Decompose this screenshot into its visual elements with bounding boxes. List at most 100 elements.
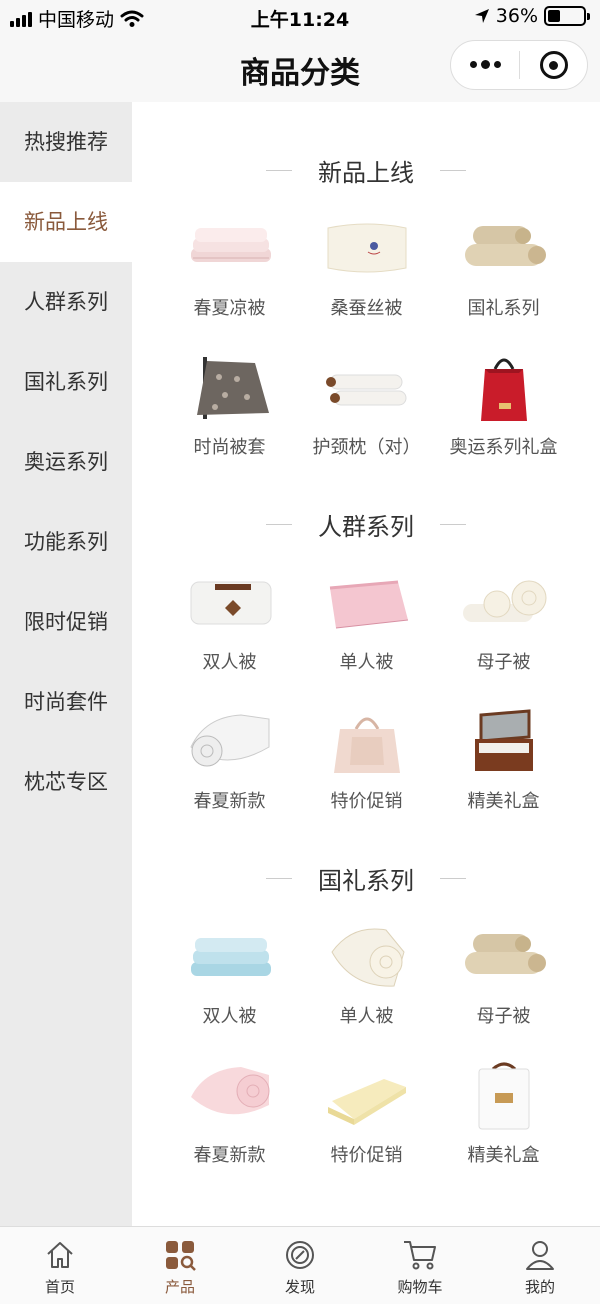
- product-section: 人群系列双人被 单人被 母子被春夏新款 特价促销 精美礼盒: [132, 494, 600, 832]
- product-label: 春夏新款: [193, 1145, 266, 1166]
- product-label: 母子被: [476, 652, 531, 673]
- tab-discover[interactable]: 发现: [240, 1227, 360, 1304]
- product-item[interactable]: 时尚被套: [161, 339, 298, 478]
- product-item[interactable]: 母子被: [435, 554, 572, 693]
- product-item[interactable]: 双人被: [161, 908, 298, 1047]
- divider-line: [266, 523, 292, 525]
- quilt-stack-pink-icon: [185, 214, 275, 284]
- discover-icon: [282, 1237, 318, 1273]
- category-sidebar: 热搜推荐 新品上线 人群系列 国礼系列 奥运系列 功能系列 限时促销 时尚套件 枕芯专区: [0, 102, 132, 1226]
- product-section: 国礼系列 双人被 单人被 母子被春夏新款 特价促销 精美礼盒: [132, 848, 600, 1186]
- throw-blanket-gray-icon: [185, 353, 275, 423]
- silk-quilt-cream-icon: [322, 214, 412, 284]
- product-label: 桑蚕丝被: [330, 298, 403, 319]
- section-header: 国礼系列: [132, 848, 600, 908]
- product-label: 母子被: [476, 1006, 531, 1027]
- product-label: 精美礼盒: [467, 1145, 540, 1166]
- product-item[interactable]: 春夏凉被: [161, 200, 298, 339]
- divider-line: [440, 169, 466, 171]
- product-label: 精美礼盒: [467, 791, 540, 812]
- tab-label: 首页: [44, 1278, 75, 1296]
- neck-pillows-icon: [322, 353, 412, 423]
- sidebar-item[interactable]: 国礼系列: [0, 342, 132, 422]
- sidebar-item[interactable]: 限时促销: [0, 582, 132, 662]
- navigation-bar: 商品分类: [0, 34, 600, 102]
- sidebar-item[interactable]: 时尚套件: [0, 662, 132, 742]
- section-title: 人群系列: [318, 512, 414, 541]
- divider-line: [440, 523, 466, 525]
- tab-label: 产品: [164, 1278, 195, 1296]
- product-grid: 双人被 单人被 母子被春夏新款 特价促销 精美礼盒: [132, 908, 600, 1186]
- tab-label: 发现: [284, 1278, 315, 1296]
- product-grid-icon: [162, 1237, 198, 1273]
- quilt-pink-icon: [322, 568, 412, 638]
- sidebar-item[interactable]: 热搜推荐: [0, 102, 132, 182]
- tab-product-grid[interactable]: 产品: [120, 1227, 240, 1304]
- close-mini-program-button[interactable]: [520, 51, 587, 79]
- tab-label: 我的: [524, 1278, 555, 1296]
- tab-cart[interactable]: 购物车: [360, 1227, 480, 1304]
- rolled-quilt-ivory-icon: [322, 922, 412, 992]
- sidebar-item[interactable]: 奥运系列: [0, 422, 132, 502]
- red-gift-bag-icon: [459, 353, 549, 423]
- tab-label: 购物车: [397, 1278, 443, 1296]
- rolled-quilts-beige-icon: [459, 214, 549, 284]
- bottom-tab-bar: 首页 产品 发现 购物车 我的: [0, 1226, 600, 1304]
- product-item[interactable]: 春夏新款: [161, 1047, 298, 1186]
- divider-line: [440, 877, 466, 879]
- sidebar-item[interactable]: 枕芯专区: [0, 742, 132, 822]
- sidebar-item[interactable]: 人群系列: [0, 262, 132, 342]
- product-item[interactable]: 桑蚕丝被: [298, 200, 435, 339]
- product-item[interactable]: 单人被: [298, 554, 435, 693]
- product-label: 春夏凉被: [193, 298, 266, 319]
- wooden-gift-box-icon: [459, 707, 549, 777]
- product-item[interactable]: 双人被: [161, 554, 298, 693]
- quilt-folded-yellow-icon: [322, 1061, 412, 1131]
- product-item[interactable]: 春夏新款: [161, 693, 298, 832]
- product-content: 新品上线 春夏凉被 桑蚕丝被 国礼系列 时尚被套 护颈枕（对） 奥运系列礼盒 人群系列 双人被单…: [132, 102, 600, 1226]
- product-item[interactable]: 特价促销: [298, 693, 435, 832]
- section-title: 新品上线: [318, 158, 414, 187]
- battery-percent: 36%: [495, 5, 538, 27]
- quilt-white-label-icon: [185, 568, 275, 638]
- product-label: 国礼系列: [467, 298, 540, 319]
- product-label: 护颈枕（对）: [312, 437, 421, 458]
- product-item[interactable]: 母子被: [435, 908, 572, 1047]
- rolled-quilts-beige-icon: [459, 922, 549, 992]
- tab-home[interactable]: 首页: [0, 1227, 120, 1304]
- home-icon: [42, 1237, 78, 1273]
- target-close-icon: [539, 51, 568, 79]
- sidebar-item[interactable]: 功能系列: [0, 502, 132, 582]
- quilt-stack-blue-icon: [185, 922, 275, 992]
- product-section: 新品上线春夏凉被 桑蚕丝被 国礼系列时尚被套 护颈枕（对） 奥运系列礼盒: [132, 140, 600, 478]
- product-label: 春夏新款: [193, 791, 266, 812]
- profile-icon: [522, 1237, 558, 1273]
- sidebar-item[interactable]: 新品上线: [0, 182, 132, 262]
- divider-line: [266, 877, 292, 879]
- mini-program-capsule: [450, 40, 588, 90]
- cart-icon: [402, 1237, 438, 1273]
- product-item[interactable]: 特价促销: [298, 1047, 435, 1186]
- section-header: 人群系列: [132, 494, 600, 554]
- product-item[interactable]: 护颈枕（对）: [298, 339, 435, 478]
- product-item[interactable]: 国礼系列: [435, 200, 572, 339]
- product-item[interactable]: 精美礼盒: [435, 1047, 572, 1186]
- product-item[interactable]: 精美礼盒: [435, 693, 572, 832]
- status-bar: 中国移动 上午11:24 36%: [0, 0, 600, 34]
- product-label: 特价促销: [330, 791, 403, 812]
- more-options-button[interactable]: [451, 60, 519, 69]
- product-item[interactable]: 单人被: [298, 908, 435, 1047]
- product-label: 单人被: [339, 1006, 394, 1027]
- product-label: 单人被: [339, 652, 394, 673]
- product-grid: 双人被 单人被 母子被春夏新款 特价促销 精美礼盒: [132, 554, 600, 832]
- product-grid: 春夏凉被 桑蚕丝被 国礼系列时尚被套 护颈枕（对） 奥运系列礼盒: [132, 200, 600, 478]
- divider-line: [266, 169, 292, 171]
- section-title: 国礼系列: [318, 866, 414, 895]
- product-label: 奥运系列礼盒: [449, 437, 558, 458]
- tote-bag-icon: [322, 707, 412, 777]
- product-label: 时尚被套: [193, 437, 266, 458]
- product-item[interactable]: 奥运系列礼盒: [435, 339, 572, 478]
- product-label: 双人被: [202, 652, 257, 673]
- white-gift-box-icon: [459, 1061, 549, 1131]
- tab-profile[interactable]: 我的: [480, 1227, 600, 1304]
